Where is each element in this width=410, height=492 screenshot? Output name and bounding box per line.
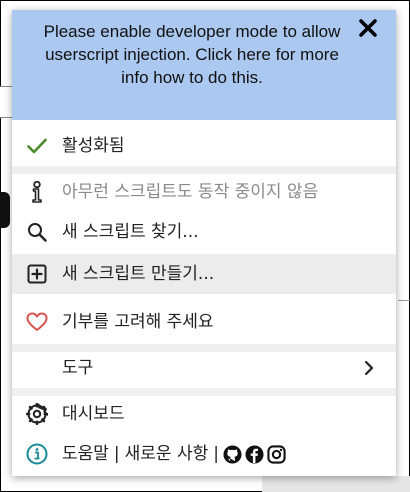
- gear-icon: [26, 403, 48, 425]
- social-links: [223, 444, 286, 464]
- link-separator: |: [213, 444, 219, 464]
- facebook-icon[interactable]: [245, 444, 264, 464]
- create-new-script-label: 새 스크립트 만들기...: [62, 264, 215, 284]
- no-scripts-running-label: 아무런 스크립트도 동작 중이지 않음: [62, 182, 319, 202]
- check-icon: [26, 135, 48, 157]
- find-new-script-item[interactable]: 새 스크립트 찾기...: [12, 212, 396, 252]
- changelog-link[interactable]: 새로운 사항: [125, 443, 209, 465]
- info-i-icon: [26, 181, 48, 203]
- tools-submenu-item[interactable]: 도구: [12, 348, 396, 388]
- userscript-popup-menu: Please enable developer mode to allow us…: [12, 10, 396, 476]
- no-scripts-running-item: 아무런 스크립트도 동작 중이지 않음: [12, 172, 396, 212]
- help-row: 도움말 | 새로운 사항 |: [12, 434, 396, 474]
- background-divider: [398, 300, 410, 301]
- info-circle-icon: [26, 443, 48, 465]
- heart-icon: [26, 311, 48, 333]
- chevron-right-icon: [364, 360, 374, 376]
- background-bottom-bar: [262, 476, 410, 492]
- plus-square-icon: [26, 263, 48, 285]
- donate-label: 기부를 고려해 주세요: [62, 312, 214, 332]
- help-links: 도움말 | 새로운 사항 |: [62, 443, 286, 465]
- developer-mode-notice-text: Please enable developer mode to allow us…: [43, 22, 341, 87]
- instagram-icon[interactable]: [267, 444, 286, 464]
- donate-item[interactable]: 기부를 고려해 주세요: [12, 302, 396, 342]
- enabled-toggle[interactable]: 활성화됨: [12, 126, 396, 166]
- close-icon: [359, 19, 377, 37]
- background-dark-tab: [0, 192, 10, 228]
- dashboard-item[interactable]: 대시보드: [12, 394, 396, 434]
- create-new-script-item[interactable]: 새 스크립트 만들기...: [12, 254, 396, 294]
- enabled-label: 활성화됨: [62, 136, 125, 156]
- link-separator: |: [113, 444, 120, 464]
- find-new-script-label: 새 스크립트 찾기...: [62, 222, 199, 242]
- github-icon[interactable]: [223, 444, 242, 464]
- dashboard-label: 대시보드: [62, 404, 125, 424]
- search-icon: [26, 221, 48, 243]
- close-notice-button[interactable]: [356, 18, 380, 42]
- help-link[interactable]: 도움말: [62, 443, 109, 465]
- tools-label: 도구: [62, 358, 94, 378]
- developer-mode-notice[interactable]: Please enable developer mode to allow us…: [12, 10, 396, 120]
